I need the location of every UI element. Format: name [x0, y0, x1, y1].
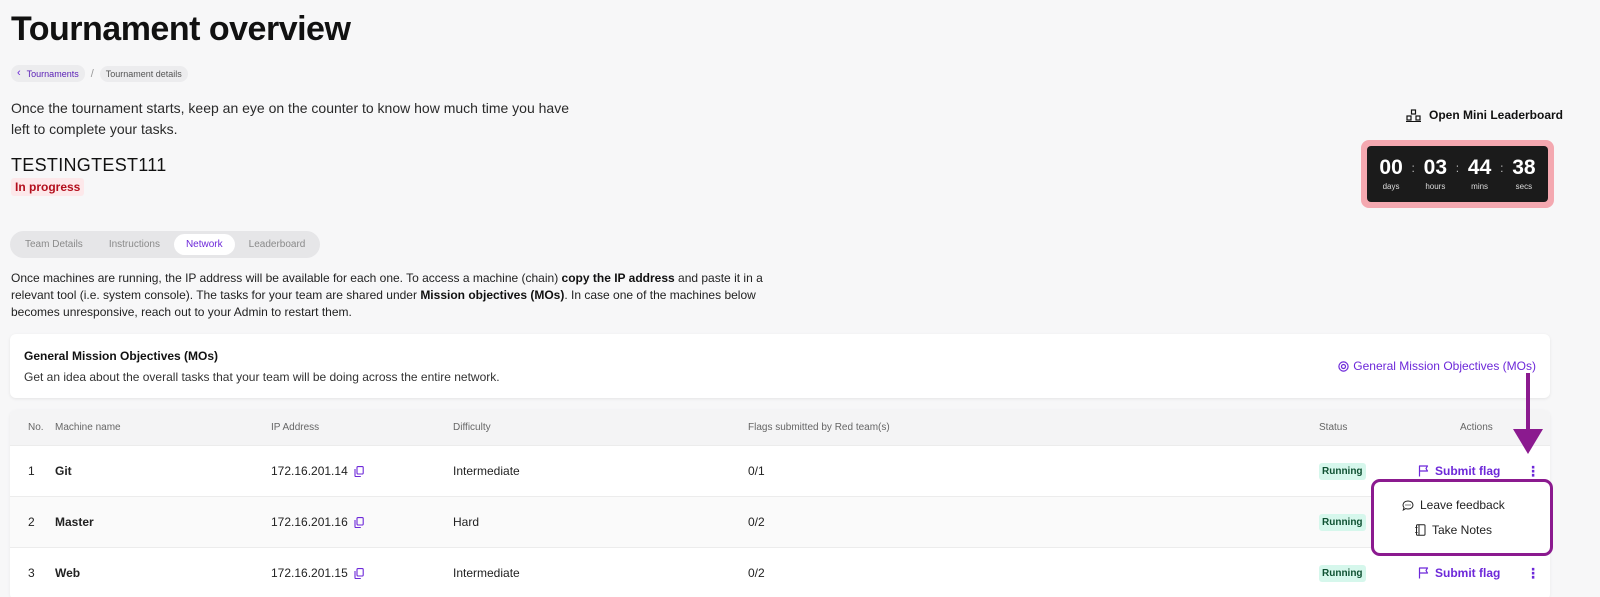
leave-feedback-menu-item[interactable]: Leave feedback — [1402, 498, 1505, 512]
machines-table: No. Machine name IP Address Difficulty F… — [10, 410, 1550, 597]
running-badge: Running — [1319, 564, 1366, 582]
row-difficulty: Intermediate — [453, 464, 520, 478]
chat-icon — [1402, 499, 1414, 511]
table-row: 2 Master 172.16.201.16 Hard 0/2 Running — [10, 496, 1550, 547]
network-desc-bold1: copy the IP address — [561, 271, 675, 285]
timer-colon: : — [1411, 161, 1415, 175]
breadcrumb-separator: / — [90, 67, 94, 80]
annotation-arrow-line — [1526, 373, 1530, 433]
open-mini-leaderboard-button[interactable]: Open Mini Leaderboard — [1406, 108, 1563, 122]
timer-mins-label: mins — [1471, 182, 1489, 191]
header-actions: Actions — [1460, 422, 1493, 433]
submit-flag-label: Submit flag — [1435, 464, 1501, 478]
timer-days: 00 days — [1379, 156, 1403, 192]
row-flags: 0/1 — [748, 464, 765, 478]
countdown-timer: 00 days : 03 hours : 44 mins : 38 secs — [1361, 140, 1554, 208]
row-machine-name: Git — [55, 464, 72, 478]
flag-icon — [1418, 567, 1429, 579]
copy-icon[interactable] — [354, 465, 364, 477]
running-badge: Running — [1319, 513, 1366, 531]
timer-hours-value: 03 — [1423, 156, 1448, 179]
tab-network[interactable]: Network — [173, 234, 235, 255]
timer-days-value: 00 — [1379, 156, 1403, 179]
row-no: 1 — [28, 464, 35, 478]
header-no: No. — [28, 422, 44, 433]
row-machine-name: Master — [55, 515, 94, 529]
timer-colon: : — [1500, 161, 1504, 175]
network-description: Once machines are running, the IP addres… — [11, 270, 801, 321]
ip-value: 172.16.201.15 — [271, 566, 348, 580]
intro-text: Once the tournament starts, keep an eye … — [11, 100, 569, 137]
leave-feedback-label: Leave feedback — [1420, 498, 1505, 512]
header-machine-name: Machine name — [55, 422, 121, 433]
table-header: No. Machine name IP Address Difficulty F… — [10, 410, 1550, 445]
mo-card-title: General Mission Objectives (MOs) — [24, 349, 219, 363]
mo-card-description: Get an idea about the overall tasks that… — [24, 370, 500, 384]
tab-leaderboard[interactable]: Leaderboard — [237, 234, 318, 255]
timer-secs-label: secs — [1515, 182, 1533, 191]
row-no: 2 — [28, 515, 35, 529]
table-row: 1 Git 172.16.201.14 Intermediate 0/1 Run… — [10, 445, 1550, 496]
row-machine-name: Web — [55, 566, 81, 580]
row-status: Running — [1319, 446, 1366, 496]
timer-hours: 03 hours — [1423, 156, 1448, 192]
chevron-left-icon[interactable]: ‹ — [17, 68, 21, 79]
tab-bar: Team Details Instructions Network Leader… — [10, 231, 321, 258]
timer-hours-label: hours — [1425, 182, 1446, 191]
breadcrumb-tournaments-link[interactable]: Tournaments — [27, 69, 79, 79]
target-icon — [1338, 360, 1349, 372]
tab-instructions[interactable]: Instructions — [97, 234, 172, 255]
take-notes-menu-item[interactable]: Take Notes — [1415, 523, 1492, 537]
header-flags: Flags submitted by Red team(s) — [748, 422, 890, 433]
mini-leaderboard-label: Open Mini Leaderboard — [1429, 108, 1564, 122]
row-ip-address: 172.16.201.15 — [271, 548, 364, 597]
header-status: Status — [1319, 422, 1348, 433]
notebook-icon — [1415, 524, 1426, 536]
timer-secs: 38 secs — [1512, 156, 1536, 192]
timer-mins: 44 mins — [1467, 156, 1492, 192]
general-mo-link[interactable]: General Mission Objectives (MOs) — [1338, 359, 1536, 373]
row-difficulty: Hard — [453, 515, 480, 529]
breadcrumb-current: Tournament details — [99, 65, 188, 82]
row-ip-address: 172.16.201.16 — [271, 497, 364, 547]
tab-team-details[interactable]: Team Details — [13, 234, 95, 255]
take-notes-label: Take Notes — [1432, 523, 1493, 537]
header-difficulty: Difficulty — [453, 422, 491, 433]
flag-icon — [1418, 465, 1429, 477]
general-mo-link-label[interactable]: General Mission Objectives (MOs) — [1353, 359, 1536, 373]
team-name: TESTINGTEST111 — [11, 155, 167, 175]
leaderboard-icon — [1406, 108, 1421, 122]
network-desc-bold2: Mission objectives (MOs) — [420, 288, 565, 302]
mission-objectives-card: General Mission Objectives (MOs) Get an … — [10, 334, 1550, 398]
status-badge: In progress — [11, 178, 85, 196]
row-no: 3 — [28, 566, 35, 580]
row-ip-address: 172.16.201.14 — [271, 446, 364, 496]
breadcrumb-back[interactable]: ‹ Tournaments — [11, 65, 85, 82]
timer-secs-value: 38 — [1512, 156, 1536, 179]
submit-flag-label: Submit flag — [1435, 566, 1501, 580]
timer-mins-value: 44 — [1467, 156, 1492, 179]
copy-icon[interactable] — [354, 567, 364, 579]
header-ip-address: IP Address — [271, 422, 320, 433]
row-flags: 0/2 — [748, 566, 765, 580]
row-status: Running — [1319, 548, 1366, 597]
row-flags: 0/2 — [748, 515, 765, 529]
breadcrumb: ‹ Tournaments / Tournament details — [11, 65, 188, 82]
annotation-arrow-head — [1513, 429, 1543, 454]
table-row: 3 Web 172.16.201.15 Intermediate 0/2 Run… — [10, 547, 1550, 597]
page-title: Tournament overview — [11, 10, 351, 48]
ip-value: 172.16.201.14 — [271, 464, 348, 478]
running-badge: Running — [1319, 462, 1366, 480]
copy-icon[interactable] — [354, 516, 364, 528]
timer-colon: : — [1455, 161, 1460, 175]
row-status: Running — [1319, 497, 1366, 547]
row-difficulty: Intermediate — [453, 566, 520, 580]
ip-value: 172.16.201.16 — [271, 515, 348, 529]
network-desc-part1: Once machines are running, the IP addres… — [11, 271, 562, 285]
timer-days-label: days — [1382, 182, 1400, 191]
row-actions-menu: Leave feedback Take Notes — [1371, 479, 1553, 556]
